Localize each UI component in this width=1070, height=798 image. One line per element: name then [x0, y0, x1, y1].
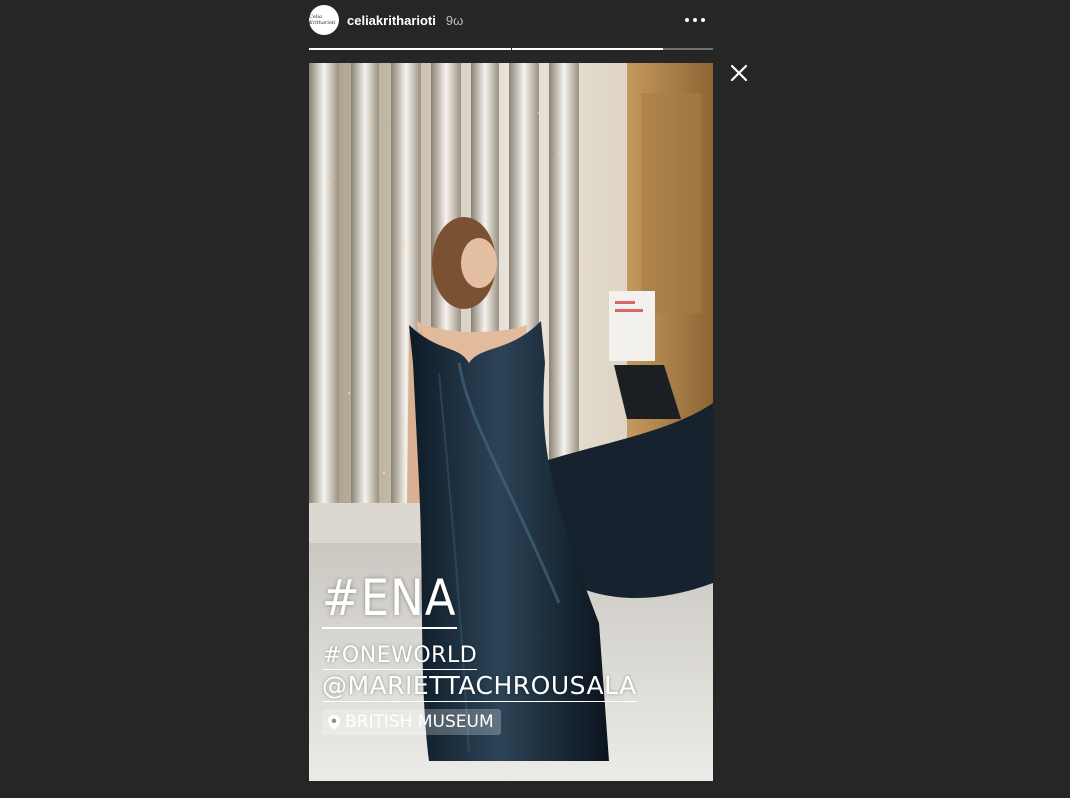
- more-options-icon-dot: [701, 18, 705, 22]
- close-button[interactable]: [729, 63, 749, 83]
- hashtag-oneworld[interactable]: #ONEWORLD: [323, 643, 478, 670]
- story-header: Celia Kritharioti celiakritharioti 9ω: [309, 5, 713, 35]
- close-icon: [730, 64, 748, 82]
- location-label: BRITISH MUSEUM: [345, 712, 494, 732]
- avatar-logo-text: Celia Kritharioti: [309, 14, 336, 26]
- progress-segment: [309, 48, 511, 50]
- mention-sticker[interactable]: @MARIETTACHROUSALA: [322, 671, 637, 702]
- story-media[interactable]: #ENA #ONEWORLD @MARIETTACHROUSALA BRITIS…: [309, 63, 713, 781]
- more-options-icon-dot: [693, 18, 697, 22]
- more-options-icon: [685, 18, 689, 22]
- location-pin-icon: [328, 714, 340, 730]
- timestamp: 9ω: [445, 12, 464, 28]
- story-progress: [309, 48, 713, 51]
- more-options-button[interactable]: [685, 12, 713, 28]
- hashtag-ena[interactable]: #ENA: [322, 573, 457, 629]
- location-sticker[interactable]: BRITISH MUSEUM: [322, 709, 501, 735]
- avatar[interactable]: Celia Kritharioti: [309, 5, 339, 35]
- progress-segment-current: [511, 48, 713, 50]
- username[interactable]: celiakritharioti: [347, 13, 436, 28]
